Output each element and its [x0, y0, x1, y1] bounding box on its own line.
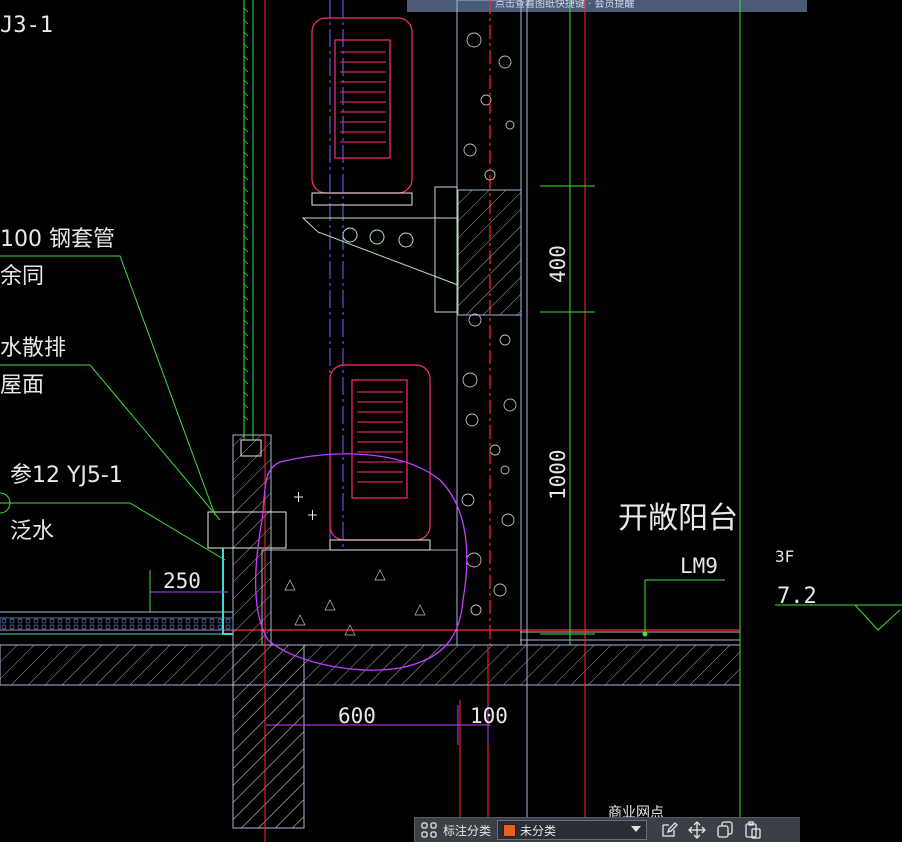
category-value: 未分类 [520, 823, 557, 838]
dim-400: 400 [546, 245, 570, 283]
floor-label: 3F [775, 547, 794, 566]
floor-slab [0, 629, 741, 829]
parapet [207, 434, 287, 646]
dim-100: 100 [470, 704, 508, 728]
edit-icon[interactable] [658, 819, 680, 841]
bracket-hatch [457, 189, 522, 316]
annotation-toolbar: 标注分类 未分类 [414, 817, 800, 842]
category-color-swatch [503, 823, 517, 837]
label-steel-sleeve: 100 钢套管 [0, 227, 115, 252]
revision-cloud [254, 453, 468, 671]
label-rest-same: 余同 [0, 264, 44, 289]
chevron-down-icon [631, 826, 642, 832]
label-water-drain: 水散排 [0, 336, 66, 361]
grid-icon[interactable] [418, 819, 440, 841]
label-open-balcony: 开敞阳台 [618, 501, 738, 536]
railing-line [243, 0, 254, 440]
drawing-labels: J3-1 100 钢套管 余同 水散排 屋面 参12 YJ5-1 泛水 250 … [0, 13, 817, 821]
category-label: 标注分类 [443, 823, 492, 838]
label-j3: J3-1 [0, 13, 53, 38]
elevation-label: 7.2 [777, 584, 817, 609]
dim-1000: 1000 [546, 449, 570, 500]
upper-ac-unit [311, 17, 413, 206]
paste-icon[interactable] [742, 819, 764, 841]
wall-bracket [301, 186, 459, 313]
label-ref: 参12 YJ5-1 [10, 463, 123, 488]
raised-curb [261, 549, 458, 646]
dim-250: 250 [163, 569, 201, 593]
move-icon[interactable] [686, 819, 708, 841]
category-select[interactable]: 未分类 [497, 820, 648, 840]
lower-ac-unit [329, 364, 431, 551]
cross-markers [294, 492, 317, 520]
dim-600: 600 [338, 704, 376, 728]
cad-drawing-canvas[interactable]: J3-1 100 钢套管 余同 水散排 屋面 参12 YJ5-1 泛水 250 … [0, 0, 902, 842]
label-lm9: LM9 [680, 554, 718, 578]
label-roof: 屋面 [0, 373, 44, 398]
copy-icon[interactable] [714, 819, 736, 841]
label-flashing: 泛水 [10, 519, 54, 544]
